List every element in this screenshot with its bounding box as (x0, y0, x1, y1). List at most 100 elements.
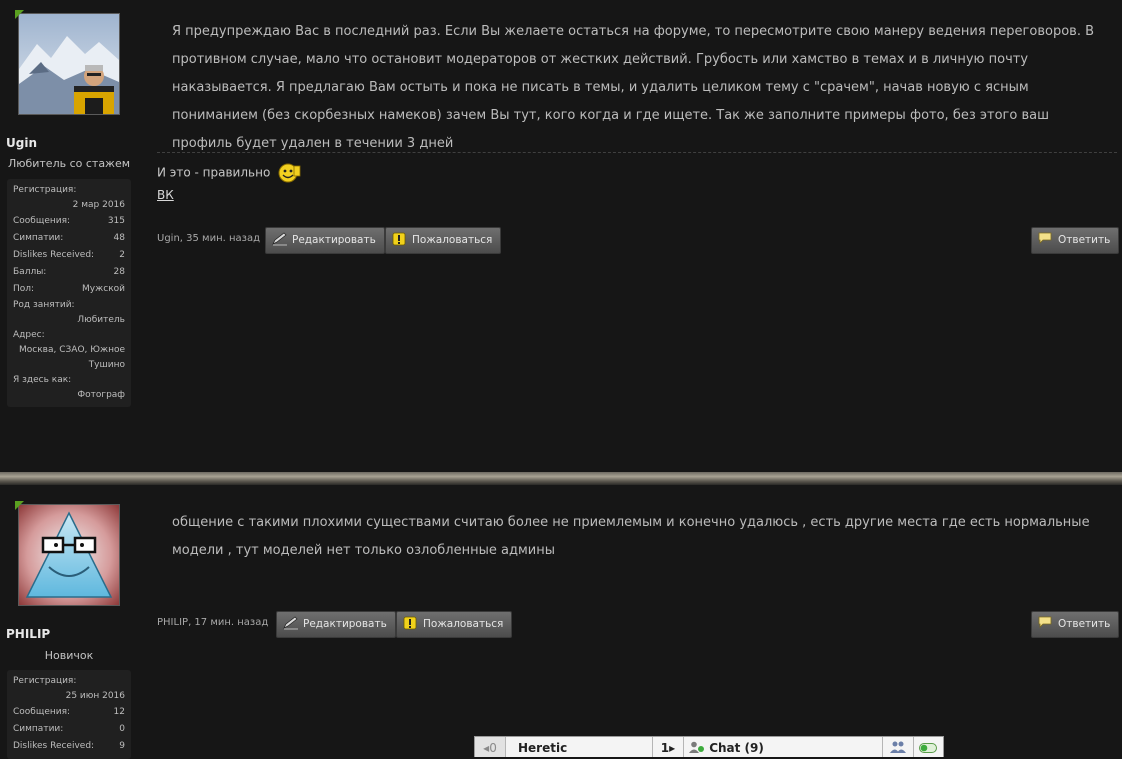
stat-label: Я здесь как: (13, 375, 72, 385)
speech-bubble-icon (1038, 232, 1052, 244)
chat-bar: ◂0 Heretic 1▸ Chat (9) (474, 736, 944, 757)
signature-text: И это - правильно (157, 165, 271, 180)
message-text: общение с такими плохими существами счит… (172, 515, 1090, 558)
chevron-right-icon: ▸ (669, 741, 676, 755)
pencil-icon (272, 232, 287, 246)
stat-label: Dislikes Received: (13, 250, 95, 260)
stat-label: Сообщения: (13, 707, 71, 717)
stat-value: 12 (113, 707, 125, 717)
post-separator (0, 472, 1122, 485)
post-meta: PHILIP, 17 мин. назад (157, 617, 268, 628)
avatar[interactable] (15, 10, 120, 115)
reply-label: Ответить (1058, 618, 1111, 630)
reply-button[interactable]: Ответить (1031, 227, 1120, 254)
stat-value: 28 (113, 267, 125, 277)
stat-label: Регистрация: (13, 676, 77, 686)
report-label: Пожаловаться (412, 234, 493, 246)
post-ugin: Ugin Любитель со стажем Регистрация: 2 ма… (0, 0, 1122, 472)
chat-users-button[interactable] (883, 737, 914, 757)
warning-icon (392, 232, 406, 246)
stat-value: 48 (113, 233, 125, 243)
user-online-icon (689, 741, 704, 753)
edit-button[interactable]: Редактировать (276, 611, 396, 638)
stat-row: Регистрация: 25 июн 2016 (7, 674, 131, 704)
stat-label: Симпатии: (13, 233, 64, 243)
stat-row: Регистрация: 2 мар 2016 (7, 183, 131, 213)
online-indicator (15, 10, 24, 19)
stat-value: 0 (119, 724, 125, 734)
report-button[interactable]: Пожаловаться (385, 227, 502, 254)
chat-count-left: 0 (489, 741, 497, 755)
chat-count-mid: 1 (660, 741, 670, 755)
stat-row: Сообщения: 12 (7, 704, 131, 721)
chat-tab-heretic[interactable]: Heretic (505, 737, 653, 757)
stat-row: Я здесь как: Фотограф (7, 373, 131, 403)
user-stats: Регистрация: 25 июн 2016 Сообщения: 12 Симпа… (7, 670, 131, 759)
edit-label: Редактировать (303, 618, 387, 630)
report-label: Пожаловаться (423, 618, 504, 630)
post-time: , 35 мин. назад (179, 233, 261, 244)
chat-prev-tab[interactable]: ◂0 (475, 737, 506, 757)
post-meta: Ugin, 35 мин. назад (157, 233, 260, 244)
stat-row: Симпатии: 0 (7, 721, 131, 738)
chat-main-tab[interactable]: Chat (9) (683, 737, 883, 757)
stat-label: Симпатии: (13, 724, 64, 734)
stat-row: Адрес: Москва, СЗАО, Южное Тушино (7, 328, 131, 373)
stat-value: 315 (107, 216, 125, 226)
stat-row: Dislikes Received: 9 (7, 738, 131, 755)
author-link[interactable]: Ugin (157, 233, 180, 244)
username[interactable]: Ugin (6, 136, 37, 150)
stat-label: Род занятий: (13, 300, 75, 310)
stat-value: 9 (119, 741, 125, 751)
stat-label: Баллы: (13, 267, 47, 277)
stat-value: Мужской (82, 284, 125, 294)
author-link[interactable]: PHILIP (157, 617, 188, 628)
toggle-icon (919, 743, 937, 753)
stat-value: Любитель (77, 315, 125, 325)
stat-label: Адрес: (13, 330, 45, 340)
stat-value: Фотограф (77, 390, 125, 400)
stat-value: 25 июн 2016 (65, 691, 125, 701)
stat-row: Dislikes Received: 2 (7, 247, 131, 264)
stat-value: 2 (119, 250, 125, 260)
speech-bubble-icon (1038, 616, 1052, 628)
warning-icon (403, 616, 417, 630)
stat-row: Пол: Мужской (7, 281, 131, 298)
signature: И это - правильно ВК (157, 162, 302, 202)
users-icon (890, 741, 906, 753)
stat-value: Москва, СЗАО, Южное Тушино (19, 345, 125, 370)
reply-label: Ответить (1058, 234, 1111, 246)
user-title: Любитель со стажем (7, 157, 131, 170)
post-philip: PHILIP Новичок Регистрация: 25 июн 2016 Со… (0, 485, 1122, 759)
report-button[interactable]: Пожаловаться (396, 611, 513, 638)
user-title: Новичок (44, 649, 94, 662)
stat-label: Dislikes Received: (13, 741, 95, 751)
smiley-icon (278, 163, 301, 183)
stat-value: 2 мар 2016 (72, 200, 125, 210)
stat-row: Симпатии: 48 (7, 230, 131, 247)
edit-button[interactable]: Редактировать (265, 227, 385, 254)
stat-row: Род занятий: Любитель (7, 298, 131, 328)
signature-divider (157, 152, 1117, 153)
chat-label: Chat (9) (709, 741, 764, 755)
post-time: , 17 мин. назад (188, 617, 269, 628)
edit-label: Редактировать (292, 234, 376, 246)
online-indicator (15, 501, 24, 510)
stat-label: Пол: (13, 284, 35, 294)
stat-row: Баллы: 28 (7, 264, 131, 281)
avatar[interactable] (15, 501, 120, 606)
signature-link-vk[interactable]: ВК (157, 188, 174, 202)
avatar-image (19, 505, 119, 605)
pencil-icon (283, 616, 298, 630)
user-stats: Регистрация: 2 мар 2016 Сообщения: 315 Симпа… (7, 179, 131, 407)
stat-row: Сообщения: 315 (7, 213, 131, 230)
stat-label: Сообщения: (13, 216, 71, 226)
chat-next-tab[interactable]: 1▸ (653, 737, 684, 757)
message-text: Я предупреждаю Вас в последний раз. Если… (172, 24, 1094, 151)
chat-tab-name: Heretic (518, 741, 568, 755)
stat-label: Регистрация: (13, 185, 77, 195)
reply-button[interactable]: Ответить (1031, 611, 1120, 638)
avatar-photo (19, 14, 119, 114)
username[interactable]: PHILIP (6, 627, 50, 641)
chat-status-toggle[interactable] (913, 737, 943, 757)
